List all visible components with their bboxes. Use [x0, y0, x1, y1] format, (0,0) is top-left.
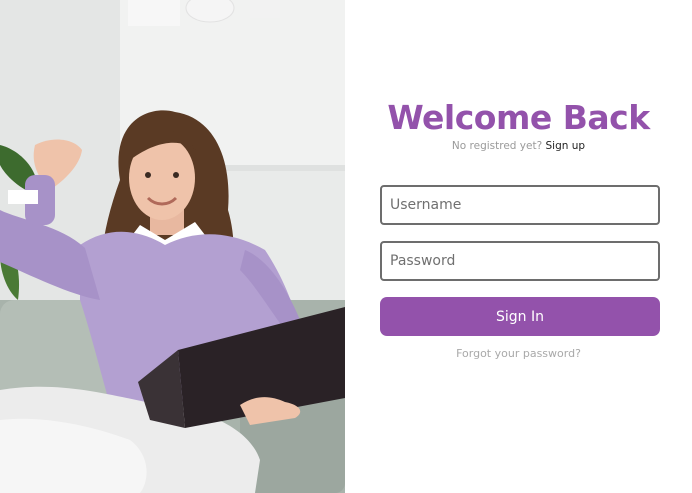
signup-prompt-text: No registred yet? — [451, 140, 543, 152]
signup-prompt: No registred yet? Sign up — [345, 139, 692, 153]
woman-with-laptop-image — [0, 0, 345, 493]
hero-photo — [0, 0, 345, 493]
forgot-password-link[interactable]: Forgot your password? — [345, 347, 692, 360]
login-form-panel: Welcome Back No registred yet? Sign up S… — [345, 0, 692, 493]
page-title: Welcome Back — [387, 98, 650, 137]
signup-link[interactable]: Sign up — [546, 140, 586, 152]
login-page: Welcome Back No registred yet? Sign up S… — [0, 0, 692, 493]
password-input[interactable] — [380, 241, 660, 281]
sign-in-button[interactable]: Sign In — [380, 297, 660, 336]
username-input[interactable] — [380, 185, 660, 225]
